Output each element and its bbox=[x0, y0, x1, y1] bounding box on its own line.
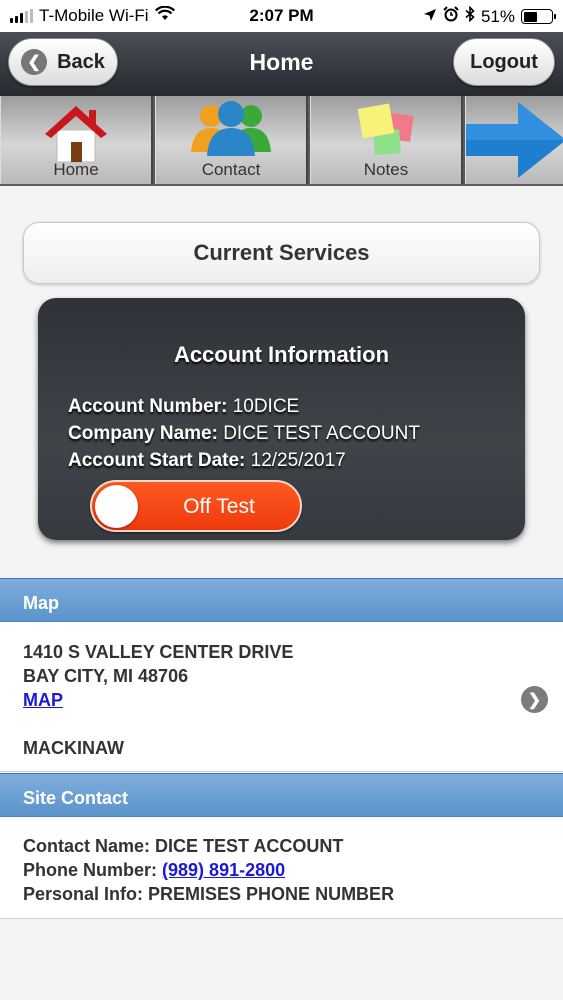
map-section[interactable]: 1410 S VALLEY CENTER DRIVE BAY CITY, MI … bbox=[0, 622, 563, 772]
start-date-label: Account Start Date: bbox=[68, 450, 246, 471]
company-name-value: DICE TEST ACCOUNT bbox=[223, 423, 420, 444]
account-number-row: Account Number: 10DICE bbox=[68, 396, 299, 418]
phone-label: Phone Number: bbox=[23, 860, 158, 880]
contacts-icon bbox=[191, 101, 271, 156]
location-icon bbox=[423, 7, 437, 27]
account-info-title: Account Information bbox=[173, 342, 390, 367]
start-date-value: 12/25/2017 bbox=[250, 450, 346, 471]
area-name: MACKINAW bbox=[23, 738, 124, 758]
account-number-value: 10DICE bbox=[232, 396, 300, 417]
house-icon bbox=[45, 106, 107, 163]
test-mode-toggle[interactable]: Off Test bbox=[90, 480, 302, 532]
alarm-icon bbox=[443, 6, 459, 27]
nav-item-contact-label: Contact bbox=[201, 160, 261, 179]
company-name-row: Company Name: DICE TEST ACCOUNT bbox=[68, 423, 420, 445]
site-contact-section: Contact Name: DICE TEST ACCOUNT Phone Nu… bbox=[0, 817, 563, 919]
personal-info-value: PREMISES PHONE NUMBER bbox=[148, 884, 395, 904]
nav-item-notes-label: Notes bbox=[363, 160, 409, 179]
contact-name-label: Contact Name: bbox=[23, 836, 151, 856]
current-services-button[interactable]: Current Services bbox=[23, 222, 540, 284]
nav-toolbar: Home Contact Notes bbox=[0, 96, 563, 186]
nav-item-notes[interactable]: Notes bbox=[310, 96, 463, 184]
personal-info-row: Personal Info: PREMISES PHONE NUMBER bbox=[23, 884, 394, 905]
battery-icon bbox=[521, 9, 556, 24]
notes-icon bbox=[357, 103, 414, 155]
contact-name-row: Contact Name: DICE TEST ACCOUNT bbox=[23, 836, 343, 857]
address-line-1: 1410 S VALLEY CENTER DRIVE bbox=[23, 642, 294, 662]
arrow-right-icon bbox=[466, 102, 563, 178]
contact-name-value: DICE TEST ACCOUNT bbox=[155, 836, 344, 856]
phone-link[interactable]: (989) 891-2800 bbox=[162, 860, 285, 880]
nav-item-home-label: Home bbox=[53, 160, 99, 179]
map-section-header: Map bbox=[0, 578, 563, 622]
site-contact-section-header: Site Contact bbox=[0, 773, 563, 817]
battery-percent: 51% bbox=[480, 6, 515, 26]
header-bar: ❮ Back Home Logout bbox=[0, 32, 563, 96]
phone-row: Phone Number: (989) 891-2800 bbox=[23, 860, 285, 881]
logout-button[interactable]: Logout bbox=[453, 38, 555, 86]
nav-item-contact[interactable]: Contact bbox=[155, 96, 308, 184]
toggle-knob[interactable] bbox=[95, 485, 138, 528]
account-number-label: Account Number: bbox=[68, 396, 228, 417]
address-line-2: BAY CITY, MI 48706 bbox=[23, 666, 189, 686]
start-date-row: Account Start Date: 12/25/2017 bbox=[68, 450, 346, 472]
account-info-panel: Account Information Account Number: 10DI… bbox=[38, 298, 525, 540]
nav-item-more[interactable] bbox=[465, 96, 563, 184]
bluetooth-icon bbox=[465, 5, 475, 27]
chevron-right-icon[interactable]: ❯ bbox=[521, 686, 548, 713]
status-bar: T-Mobile Wi-Fi 2:07 PM 51% bbox=[0, 0, 563, 32]
personal-info-label: Personal Info: bbox=[23, 884, 144, 904]
nav-item-home[interactable]: Home bbox=[0, 96, 153, 184]
map-link[interactable]: MAP bbox=[23, 690, 63, 711]
company-name-label: Company Name: bbox=[68, 423, 218, 444]
toggle-label: Off Test bbox=[183, 495, 255, 518]
